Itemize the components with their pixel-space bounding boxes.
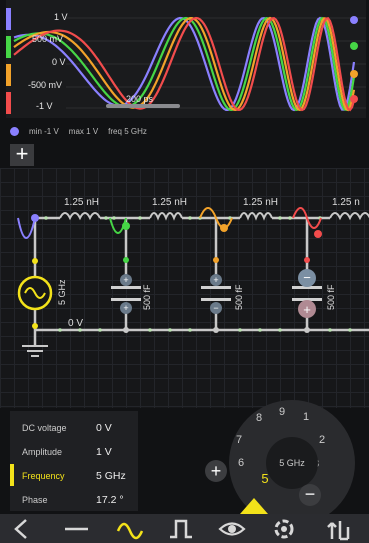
back-icon [14, 519, 27, 539]
trace-chip-green[interactable] [6, 36, 11, 58]
property-value: 1 V [96, 446, 112, 458]
property-name: Amplitude [22, 447, 63, 457]
scope-trace-endpoint-1 [350, 42, 358, 50]
freq-label: freq [108, 126, 122, 136]
bottom-toolbar [0, 514, 369, 543]
pulse-icon [170, 519, 192, 539]
ac-source-tool-button[interactable] [108, 514, 148, 543]
pulse-tool-button[interactable] [160, 514, 200, 543]
capacitor-label-3: 500 fF [326, 284, 336, 310]
source-frequency-label: 5 GHz [57, 279, 67, 305]
svg-text:+: + [123, 303, 128, 313]
property-name: Frequency [22, 471, 65, 481]
wire-tool-button[interactable] [56, 514, 96, 543]
scope-trace-endpoint-0 [350, 16, 358, 24]
time-scale-label: 200 ps [126, 94, 154, 104]
y-label-500mv: 500 mV [32, 34, 64, 44]
dial-number-6[interactable]: 6 [234, 457, 248, 469]
cycle-icon [274, 519, 294, 539]
max-value: 1 V [86, 126, 99, 136]
property-row-amplitude[interactable]: Amplitude 1 V [10, 441, 138, 463]
svg-text:−: − [303, 270, 311, 285]
svg-text:+: + [123, 275, 128, 285]
dial-number-8[interactable]: 8 [252, 412, 266, 424]
inductor-label-3: 1.25 nH [243, 197, 279, 208]
svg-text:+: + [303, 302, 311, 317]
max-label: max [68, 126, 84, 136]
scope-trace-endpoint-2 [350, 70, 358, 78]
ground-tool-button[interactable] [318, 514, 358, 543]
property-row-phase[interactable]: Phase 17.2 ° [10, 489, 138, 511]
scope-trace-endpoint-3 [350, 95, 358, 103]
trace-chip-purple[interactable] [6, 8, 11, 30]
inductor-label-4: 1.25 n [332, 197, 360, 208]
trace-chip-red[interactable] [6, 92, 11, 114]
capacitor-label-1: 500 fF [142, 284, 152, 310]
dial-number-9[interactable]: 9 [275, 406, 289, 418]
trace-chip-orange[interactable] [6, 64, 11, 86]
y-label-neg1v: -1 V [36, 101, 53, 111]
probe-info-strip: min -1 V max 1 V freq 5 GHz [10, 124, 366, 138]
property-value: 5 GHz [96, 470, 126, 482]
property-name: Phase [22, 495, 48, 505]
ac-source-icon [116, 522, 144, 540]
node-voltage-label: 0 V [68, 318, 84, 329]
capacitor-3[interactable]: − + [292, 269, 322, 318]
min-label: min [29, 126, 42, 136]
oscilloscope[interactable]: 1 V 500 mV 0 V -500 mV -1 V 200 ps [6, 0, 366, 118]
wire-icon [65, 527, 88, 531]
dial-pointer [240, 498, 268, 514]
cycle-tool-button[interactable] [262, 514, 302, 543]
svg-text:+: + [213, 275, 218, 285]
circuit-canvas[interactable]: + + + − − + 1.25 nH 1.25 nH 1.25 nH 1.25… [0, 168, 369, 408]
dial-number-2[interactable]: 2 [315, 434, 329, 446]
back-button[interactable] [2, 514, 42, 543]
ground-symbol [22, 345, 48, 357]
capacitor-2[interactable]: + − [201, 274, 231, 314]
time-scale-bar[interactable] [106, 104, 180, 108]
probe-eye-icon [218, 522, 246, 536]
property-value: 0 V [96, 422, 112, 434]
y-label-neg500mv: -500 mV [28, 80, 63, 90]
properties-panel: DC voltage 0 V Amplitude 1 V Frequency 5… [10, 411, 138, 511]
freq-value: 5 GHz [124, 126, 147, 136]
svg-text:−: − [213, 303, 218, 313]
ground-icon [327, 521, 350, 541]
capacitor-label-2: 500 fF [234, 284, 244, 310]
property-row-dc-voltage[interactable]: DC voltage 0 V [10, 417, 138, 439]
dial-decrement-button[interactable]: − [299, 484, 321, 506]
property-value: 17.2 ° [96, 494, 124, 506]
probe-tool-button[interactable] [210, 514, 250, 543]
dial-number-7[interactable]: 7 [232, 434, 246, 446]
dial-increment-button[interactable]: + [205, 460, 227, 482]
min-value: -1 V [44, 126, 59, 136]
y-label-1v: 1 V [54, 12, 68, 22]
probe-color-dot [10, 126, 19, 136]
inductor-label-1: 1.25 nH [64, 197, 100, 208]
y-label-0v: 0 V [52, 57, 66, 67]
inductor-label-2: 1.25 nH [152, 197, 188, 208]
capacitor-1[interactable]: + + [111, 274, 141, 314]
add-component-button[interactable]: + [10, 143, 34, 166]
app-root: 1 V 500 mV 0 V -500 mV -1 V 200 ps min -… [0, 0, 369, 543]
dial-number-1[interactable]: 1 [299, 411, 313, 423]
property-row-frequency[interactable]: Frequency 5 GHz [10, 465, 138, 487]
dial-center-value: 5 GHz [266, 437, 318, 489]
property-name: DC voltage [22, 423, 67, 433]
